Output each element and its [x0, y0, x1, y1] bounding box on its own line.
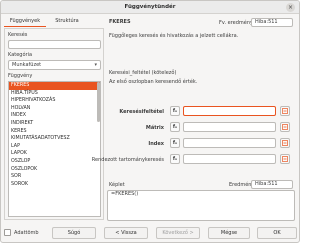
formula-result-value: Hiba:511 [251, 180, 293, 189]
function-icon[interactable]: fₓ [170, 154, 180, 164]
list-item[interactable]: LAP [9, 143, 100, 151]
param-label-index: Index [148, 141, 164, 147]
shrink-icon[interactable] [280, 154, 290, 164]
function-icon[interactable]: fₓ [170, 138, 180, 148]
chevron-down-icon: ▾ [94, 62, 97, 68]
checkbox-box[interactable] [4, 229, 11, 236]
formula-label: Képlet [109, 182, 125, 188]
parameter-name: Keresési_feltétel (kötelező) [109, 70, 177, 76]
list-item[interactable]: HOLVAN [9, 105, 100, 113]
list-item[interactable]: HIBA.TÍPUS [9, 90, 100, 98]
function-icon[interactable]: fₓ [170, 122, 180, 132]
shrink-icon[interactable] [280, 106, 290, 116]
dialog-title: Függvénytündér [124, 4, 176, 10]
list-item[interactable]: INDEX [9, 112, 100, 120]
ok-button[interactable]: OK [257, 227, 297, 239]
function-name: FKERES [109, 19, 131, 25]
function-wizard-dialog: Függvénytündér × Függvények Struktúra Ke… [0, 0, 300, 243]
back-button[interactable]: < Vissza [104, 227, 148, 239]
param-input-sorted[interactable] [183, 154, 276, 164]
param-input-lookup[interactable] [183, 106, 276, 116]
list-item[interactable]: OSZLOPOK [9, 166, 100, 174]
shrink-icon[interactable] [280, 122, 290, 132]
list-item[interactable]: INDIREKT [9, 120, 100, 128]
function-description: Függőleges keresés és hivatkozás a jelze… [109, 33, 239, 39]
tab-functions[interactable]: Függvények [4, 17, 46, 27]
list-item[interactable]: OSZLOP [9, 158, 100, 166]
help-button[interactable]: Súgó [52, 227, 96, 239]
scrollbar[interactable] [97, 82, 100, 122]
function-list[interactable]: FKERES HIBA.TÍPUS HIPERHIVATKOZÁS HOLVAN… [8, 81, 101, 217]
array-checkbox[interactable]: Adattömb [1, 227, 41, 239]
parameter-description: Az első oszlopban keresendő érték. [109, 79, 198, 85]
shrink-icon[interactable] [280, 138, 290, 148]
category-value: Munkafüzet [12, 62, 42, 68]
tab-bar: Függvények Struktúra [4, 17, 104, 27]
function-label: Függvény [8, 73, 33, 79]
functions-panel: Keresés Kategória Munkafüzet ▾ Függvény … [4, 28, 104, 220]
next-button[interactable]: Következő > [156, 227, 200, 239]
function-icon[interactable]: fₓ [170, 106, 180, 116]
tab-structure[interactable]: Struktúra [50, 17, 84, 27]
button-bar: Adattömb Súgó < Vissza Következő > Mégse… [1, 227, 299, 241]
param-input-index[interactable] [183, 138, 276, 148]
category-label: Kategória [8, 52, 33, 58]
search-label: Keresés [8, 32, 28, 38]
list-item[interactable]: FKERES [9, 82, 100, 90]
param-input-matrix[interactable] [183, 122, 276, 132]
array-label: Adattömb [14, 230, 39, 236]
param-label-matrix: Mátrix [145, 125, 164, 131]
close-icon[interactable]: × [286, 3, 295, 12]
result-value: Hiba:511 [251, 18, 293, 27]
formula-editor[interactable]: =FKERES() [107, 190, 295, 221]
list-item[interactable]: SOR [9, 173, 100, 181]
list-item[interactable]: KERES [9, 128, 100, 136]
search-input[interactable] [8, 40, 101, 49]
titlebar: Függvénytündér × [1, 1, 299, 14]
param-label-sorted: Rendezott tartománykeresés [91, 157, 164, 163]
category-select[interactable]: Munkafüzet ▾ [8, 60, 101, 70]
formula-text: =FKERES() [111, 191, 139, 197]
list-item[interactable]: KIMUTATÁSADATOTVESZ [9, 135, 100, 143]
param-label-lookup: Keresésifeltétel [119, 109, 164, 115]
list-item[interactable]: HIPERHIVATKOZÁS [9, 97, 100, 105]
cancel-button[interactable]: Mégse [208, 227, 250, 239]
list-item[interactable]: LAPOK [9, 150, 100, 158]
list-item[interactable]: SOROK [9, 181, 100, 189]
